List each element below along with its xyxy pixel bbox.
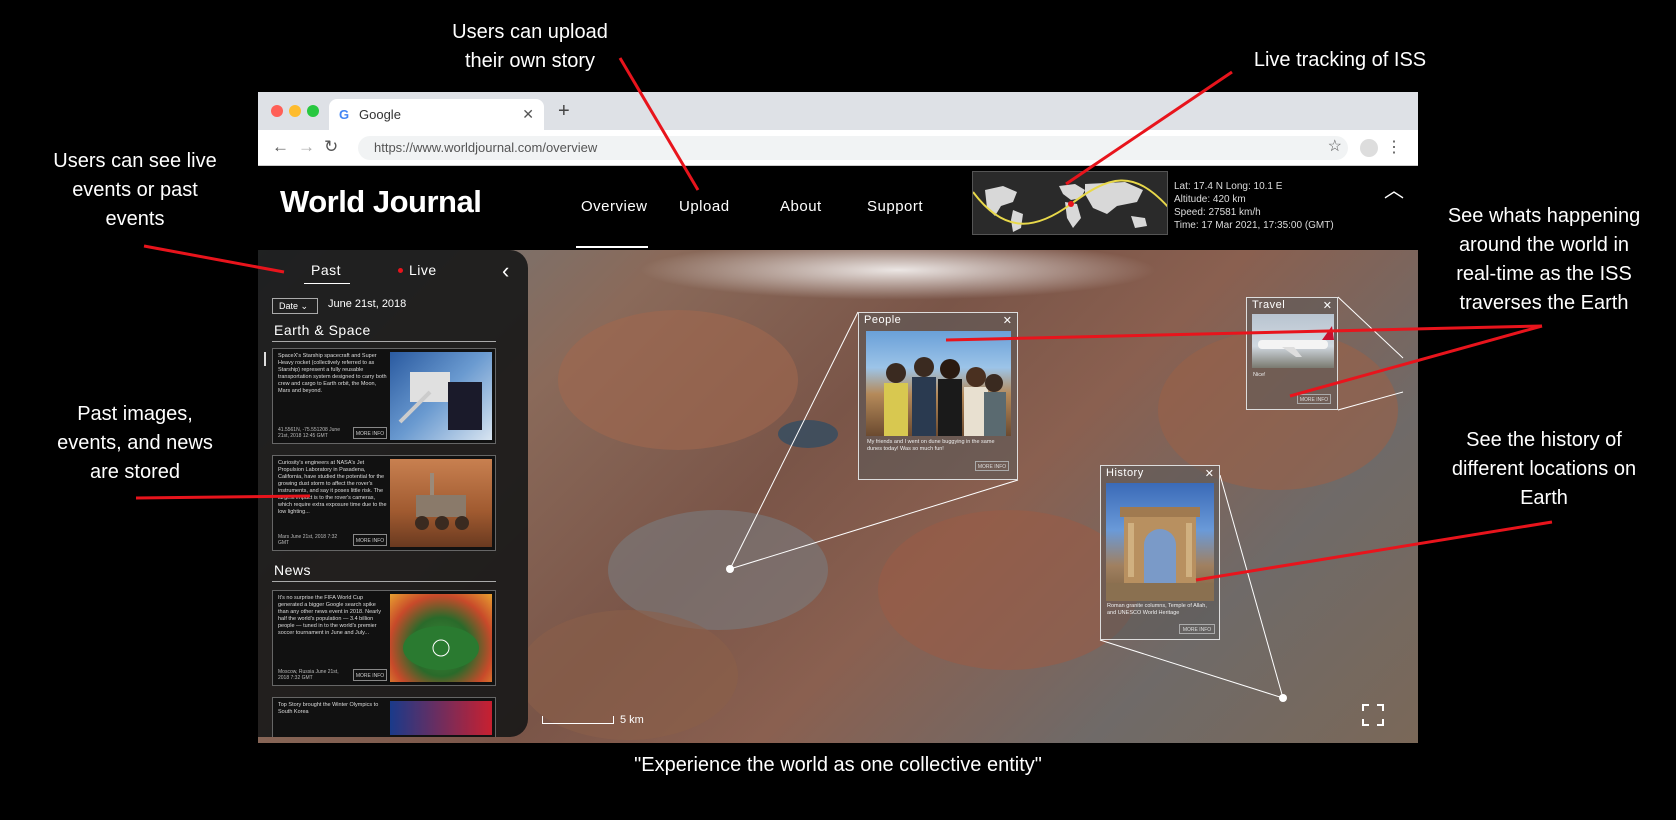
events-sidebar: Past Live ‹ Date ⌄ June 21st, 2018 Earth…	[258, 250, 528, 737]
card-meta: Mars June 21st, 2018 7:32 GMT	[278, 534, 338, 546]
caption: "Experience the world as one collective …	[634, 754, 1042, 776]
popup-travel-text: Nice!	[1253, 372, 1266, 378]
annotation-iss: Live tracking of ISS	[1230, 46, 1450, 75]
card-text: SpaceX's Starship spacecraft and Super H…	[278, 353, 387, 394]
annotation-live-past-line3: events	[105, 208, 165, 230]
annotation-happening-line4: traverses the Earth	[1459, 292, 1629, 314]
annotation-stored-line1: Past images,	[77, 403, 193, 425]
popup-history-more-button[interactable]: MORE INFO	[1179, 624, 1215, 634]
section-earth-space: Earth & Space	[274, 322, 371, 338]
annotation-history-line2: different locations on	[1451, 458, 1637, 480]
annotation-history-line3: Earth	[1520, 487, 1568, 509]
spacecraft-graphic	[398, 372, 482, 430]
popup-people[interactable]: People ✕ My friends and I went on dune b…	[858, 312, 1018, 480]
section-news: News	[274, 562, 312, 578]
live-indicator-dot	[398, 268, 403, 273]
roman-arch-photo[interactable]	[1106, 483, 1214, 601]
section-divider	[272, 581, 496, 582]
section-divider	[272, 341, 496, 342]
more-info-button[interactable]: MORE INFO	[353, 669, 387, 681]
annotation-happening-line3: real-time as the ISS	[1456, 263, 1632, 285]
olympics-photo[interactable]	[390, 701, 492, 735]
mars-rover-photo[interactable]	[390, 459, 492, 547]
selected-date: June 21st, 2018	[328, 298, 407, 310]
popup-history[interactable]: History ✕ Roman granite columns, Temple …	[1100, 465, 1220, 640]
map-pin	[726, 565, 734, 573]
people-photo[interactable]	[866, 331, 1011, 436]
annotation-happening-line1: See whats happening	[1447, 205, 1641, 227]
map-scale-label: 5 km	[620, 714, 644, 726]
annotation-stored: Past images, events, and news are stored	[30, 400, 240, 487]
airplane-photo[interactable]	[1252, 314, 1334, 368]
annotation-upload-line2: their own story	[464, 50, 596, 72]
annotation-upload-line1: Users can upload	[452, 21, 608, 43]
annotation-iss-line: Live tracking of ISS	[1253, 49, 1427, 71]
annotation-happening: See whats happening around the world in …	[1426, 202, 1662, 318]
annotation-live-past-line2: events or past	[72, 179, 198, 201]
card-meta: Moscow, Russia June 21st, 2018 7:32 GMT	[278, 669, 339, 681]
popup-travel-more-button[interactable]: MORE INFO	[1297, 394, 1331, 404]
airplane-graphic	[1258, 326, 1334, 357]
annotation-history: See the history of different locations o…	[1426, 426, 1662, 513]
annotation-history-line1: See the history of	[1466, 429, 1622, 451]
card-text: Curiosity's engineers at NASA's Jet Prop…	[278, 460, 387, 515]
close-icon[interactable]: ✕	[1323, 299, 1332, 312]
map-pin	[1279, 694, 1287, 702]
popup-people-more-button[interactable]: MORE INFO	[975, 461, 1009, 471]
card-text: Top Story brought the Winter Olympics to…	[278, 702, 379, 715]
close-icon[interactable]: ✕	[1003, 314, 1012, 327]
rover-graphic	[415, 473, 469, 530]
annotation-live-past-line1: Users can see live	[53, 150, 217, 172]
annotation-stored-line3: are stored	[89, 461, 181, 483]
people-figures	[884, 357, 1006, 436]
card-meta: 41.5561N, -75.551208 June 21st, 2018 12:…	[278, 427, 340, 439]
list-item-world-cup[interactable]: It's no surprise the FIFA World Cup gene…	[272, 590, 496, 686]
arch-graphic	[1106, 507, 1214, 601]
annotation-happening-line2: around the world in	[1458, 234, 1630, 256]
date-dropdown[interactable]: Date ⌄	[272, 298, 318, 314]
list-item-starship[interactable]: SpaceX's Starship spacecraft and Super H…	[272, 348, 496, 444]
fullscreen-icon[interactable]	[1362, 704, 1384, 726]
map-scale-bar	[542, 716, 614, 724]
annotation-live-past: Users can see live events or past events	[30, 147, 240, 234]
popup-travel-title: Travel	[1252, 299, 1286, 311]
world-cup-photo[interactable]	[390, 594, 492, 682]
list-item-curiosity[interactable]: Curiosity's engineers at NASA's Jet Prop…	[272, 455, 496, 551]
close-icon[interactable]: ✕	[1205, 467, 1214, 480]
stadium-graphic	[403, 626, 479, 670]
more-info-button[interactable]: MORE INFO	[353, 534, 387, 546]
browser-window: G Google ✕ + ← → ↻ https://www.worldjour…	[258, 92, 1418, 743]
popup-history-text: Roman granite columns, Temple of Allah, …	[1107, 603, 1207, 616]
card-text: It's no surprise the FIFA World Cup gene…	[278, 595, 382, 636]
popup-people-title: People	[864, 314, 902, 326]
annotation-upload: Users can upload their own story	[430, 18, 630, 76]
spacecraft-photo[interactable]	[390, 352, 492, 440]
popup-people-text: My friends and I went on dune buggying i…	[867, 439, 995, 452]
date-dropdown-label: Date	[279, 301, 299, 311]
popup-history-title: History	[1106, 467, 1144, 479]
chevron-left-icon[interactable]: ‹	[502, 258, 509, 284]
tab-past[interactable]: Past	[311, 262, 341, 278]
tab-active-underline	[304, 283, 350, 284]
annotation-stored-line2: events, and news	[57, 432, 213, 454]
tab-live[interactable]: Live	[409, 262, 437, 278]
scroll-indicator[interactable]	[264, 352, 266, 366]
list-item-winter-olympics[interactable]: Top Story brought the Winter Olympics to…	[272, 697, 496, 737]
popup-travel[interactable]: Travel ✕ Nice! MORE INFO	[1246, 297, 1338, 410]
more-info-button[interactable]: MORE INFO	[353, 427, 387, 439]
